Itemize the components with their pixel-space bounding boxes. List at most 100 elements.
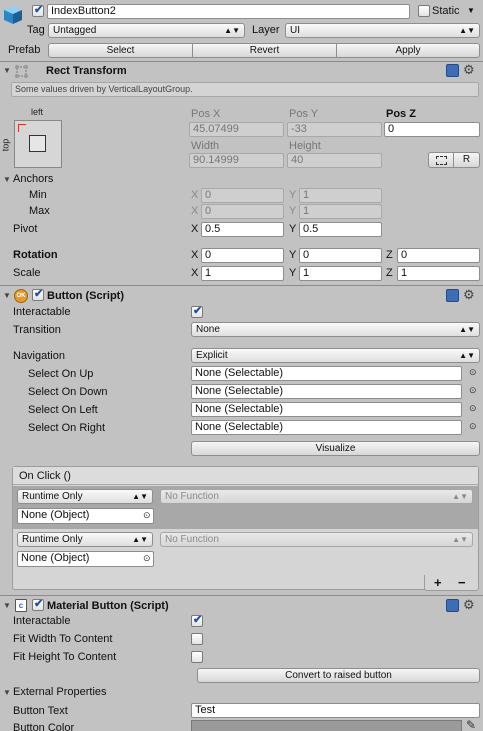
- select-on-up-label: Select On Up: [28, 368, 94, 380]
- rect-transform-header[interactable]: ▼ Rect Transform ⚙: [0, 62, 483, 80]
- anchors-foldout-icon[interactable]: ▼: [3, 175, 11, 185]
- rot-x-field[interactable]: 0: [201, 248, 284, 263]
- pivot-x-label: X: [191, 223, 199, 235]
- object-picker-icon[interactable]: ⊙: [143, 552, 151, 565]
- tag-dropdown[interactable]: Untagged ▲▼: [48, 23, 245, 38]
- check-icon: ✔: [193, 614, 203, 626]
- object-picker-icon[interactable]: ⊙: [469, 366, 477, 379]
- object-picker-icon[interactable]: ⊙: [469, 420, 477, 433]
- convert-raised-button[interactable]: Convert to raised button: [197, 668, 480, 683]
- name-field[interactable]: IndexButton2: [47, 4, 410, 19]
- layer-label: Layer: [252, 24, 280, 36]
- help-book-icon[interactable]: [446, 64, 459, 77]
- external-foldout-icon[interactable]: ▼: [3, 688, 11, 698]
- gear-icon[interactable]: ⚙: [463, 287, 475, 303]
- posy-label: Pos Y: [289, 108, 319, 120]
- interactable-checkbox[interactable]: ✔: [191, 305, 203, 318]
- active-checkbox[interactable]: ✔: [32, 4, 44, 17]
- navigation-dropdown[interactable]: Explicit ▲▼: [191, 348, 480, 363]
- scale-z-label: Z: [386, 267, 393, 279]
- transition-label: Transition: [13, 324, 61, 336]
- min-y-label: Y: [289, 189, 297, 201]
- object-picker-icon[interactable]: ⊙: [469, 384, 477, 397]
- scale-z-field[interactable]: 1: [397, 266, 480, 281]
- min-label: Min: [29, 189, 47, 201]
- scale-x-label: X: [191, 267, 199, 279]
- function-dropdown[interactable]: No Function ▲▼: [160, 532, 473, 547]
- pivot-x-field[interactable]: 0.5: [201, 222, 284, 237]
- button-color-field[interactable]: [191, 720, 462, 731]
- rot-x-label: X: [191, 249, 199, 261]
- add-event-button[interactable]: +: [434, 575, 442, 590]
- raw-edit-button[interactable]: R: [453, 152, 480, 168]
- select-on-down-field[interactable]: None (Selectable): [191, 384, 462, 399]
- dropdown-arrow-icon: ▲▼: [224, 26, 240, 35]
- button-text-field[interactable]: Test: [191, 703, 480, 718]
- material-button-header[interactable]: ▼ c ✔ Material Button (Script) ⚙: [0, 597, 483, 615]
- event-row[interactable]: Runtime Only ▲▼ No Function ▲▼ None (Objec…: [13, 529, 478, 572]
- help-book-icon[interactable]: [446, 599, 459, 612]
- max-x-label: X: [191, 205, 199, 217]
- max-y-field: 1: [299, 204, 382, 219]
- posx-label: Pos X: [191, 108, 221, 120]
- runtime-dropdown[interactable]: Runtime Only ▲▼: [17, 489, 153, 504]
- gear-icon[interactable]: ⚙: [463, 62, 475, 78]
- button-script-header[interactable]: ▼ OK ✔ Button (Script) ⚙: [0, 287, 483, 305]
- fit-width-checkbox[interactable]: [191, 633, 203, 645]
- visualize-button[interactable]: Visualize: [191, 441, 480, 456]
- static-dropdown-icon[interactable]: ▼: [467, 4, 475, 18]
- gear-icon[interactable]: ⚙: [463, 597, 475, 613]
- rect-transform-icon: [13, 64, 30, 79]
- function-dropdown[interactable]: No Function ▲▼: [160, 489, 473, 504]
- width-label: Width: [191, 140, 220, 152]
- pivot-y-field[interactable]: 0.5: [299, 222, 382, 237]
- prefab-revert-button[interactable]: Revert: [192, 43, 337, 58]
- layer-value: UI: [290, 25, 300, 36]
- object-picker-icon[interactable]: ⊙: [143, 509, 151, 522]
- scale-x-field[interactable]: 1: [201, 266, 284, 281]
- blueprint-mode-button[interactable]: [428, 152, 454, 168]
- prefab-select-button[interactable]: Select: [48, 43, 193, 58]
- pivot-label: Pivot: [13, 223, 38, 235]
- anchors-label: Anchors: [13, 173, 54, 185]
- gameobject-header: ✔ IndexButton2 Static ▼ Tag Untagged ▲▼ L…: [0, 0, 483, 60]
- enabled-checkbox[interactable]: ✔: [32, 598, 44, 611]
- dropdown-arrow-icon: ▲▼: [452, 535, 468, 544]
- remove-event-button[interactable]: −: [458, 575, 466, 590]
- onclick-event-box: On Click () Runtime Only ▲▼ No Function ▲▼…: [12, 466, 479, 590]
- select-on-up-field[interactable]: None (Selectable): [191, 366, 462, 381]
- help-book-icon[interactable]: [446, 289, 459, 302]
- runtime-value: Runtime Only: [22, 534, 83, 545]
- check-icon: ✔: [193, 305, 203, 317]
- dropdown-arrow-icon: ▲▼: [459, 351, 475, 360]
- posz-field[interactable]: 0: [384, 122, 480, 137]
- static-checkbox[interactable]: [418, 5, 430, 17]
- runtime-dropdown[interactable]: Runtime Only ▲▼: [17, 532, 153, 547]
- transition-dropdown[interactable]: None ▲▼: [191, 322, 480, 337]
- scale-y-field[interactable]: 1: [299, 266, 382, 281]
- anchor-presets-button[interactable]: [14, 120, 62, 168]
- fit-height-checkbox[interactable]: [191, 651, 203, 663]
- enabled-checkbox[interactable]: ✔: [32, 288, 44, 301]
- material-interactable-checkbox[interactable]: ✔: [191, 614, 203, 627]
- dropdown-arrow-icon: ▲▼: [132, 535, 148, 544]
- select-on-left-field[interactable]: None (Selectable): [191, 402, 462, 417]
- foldout-arrow-icon[interactable]: ▼: [3, 601, 11, 611]
- event-row[interactable]: Runtime Only ▲▼ No Function ▲▼ None (Objec…: [13, 486, 478, 529]
- rot-y-field[interactable]: 0: [299, 248, 382, 263]
- prefab-apply-button[interactable]: Apply: [336, 43, 480, 58]
- select-on-left-label: Select On Left: [28, 404, 98, 416]
- foldout-arrow-icon[interactable]: ▼: [3, 66, 11, 76]
- navigation-value: Explicit: [196, 350, 228, 361]
- object-field[interactable]: None (Object): [17, 508, 154, 524]
- check-icon: ✔: [34, 288, 44, 300]
- layer-dropdown[interactable]: UI ▲▼: [285, 23, 480, 38]
- rot-z-field[interactable]: 0: [397, 248, 480, 263]
- object-field[interactable]: None (Object): [17, 551, 154, 567]
- eyedropper-icon[interactable]: ✎: [466, 718, 476, 731]
- object-picker-icon[interactable]: ⊙: [469, 402, 477, 415]
- select-on-right-field[interactable]: None (Selectable): [191, 420, 462, 435]
- foldout-arrow-icon[interactable]: ▼: [3, 291, 11, 301]
- posz-label: Pos Z: [386, 108, 416, 120]
- dropdown-arrow-icon: ▲▼: [459, 26, 475, 35]
